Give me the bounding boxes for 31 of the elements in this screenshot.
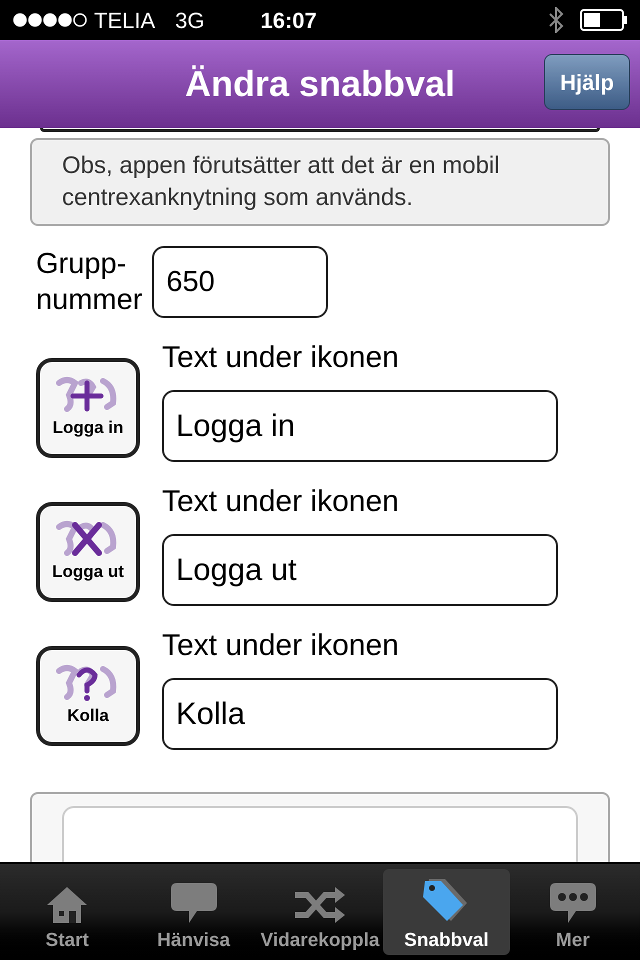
icon-text-field[interactable]: Logga in [162, 390, 558, 462]
clock-text: 16:07 [260, 6, 317, 34]
tile-label: Logga ut [52, 561, 124, 584]
page-title: Ändra snabbval [184, 62, 456, 106]
notice-text: Obs, appen förutsätter att det är en mobil centrexanknytning som används. [62, 151, 501, 213]
field-label: Text under ikonen [162, 340, 400, 376]
tab-item[interactable]: Mer [510, 869, 636, 955]
shortcut-tile[interactable]: Logga ut [36, 502, 140, 602]
group-number-label: Grupp- nummer [36, 247, 142, 318]
icon-text-field[interactable]: Logga ut [162, 534, 558, 606]
bluetooth-icon [548, 7, 564, 33]
chat-dots-icon [548, 880, 598, 924]
network-text: 3G [175, 6, 204, 34]
tile-label: Kolla [67, 705, 109, 728]
field-label: Text under ikonen [162, 628, 400, 664]
tab-item[interactable]: Vidarekoppla [256, 869, 384, 955]
house-icon [45, 884, 90, 924]
tab-item[interactable]: Hänvisa [130, 869, 257, 955]
battery-icon [580, 9, 628, 31]
speech-bubble-icon [168, 880, 219, 924]
tile-label: Logga in [52, 417, 124, 440]
carrier-text: TELIA [94, 6, 156, 34]
icon-text-field[interactable]: Kolla [162, 678, 558, 750]
tab-item[interactable]: Snabbval [383, 869, 510, 955]
group-number-field[interactable]: 650 [152, 246, 328, 318]
shuffle-icon [293, 884, 348, 924]
tab-item[interactable]: Start [4, 869, 130, 955]
field-label: Text under ikonen [162, 484, 400, 520]
shortcut-tile[interactable]: Logga in [36, 358, 140, 458]
shortcut-tile[interactable]: Kolla [36, 646, 140, 746]
help-button[interactable]: Hjälp [544, 54, 630, 110]
